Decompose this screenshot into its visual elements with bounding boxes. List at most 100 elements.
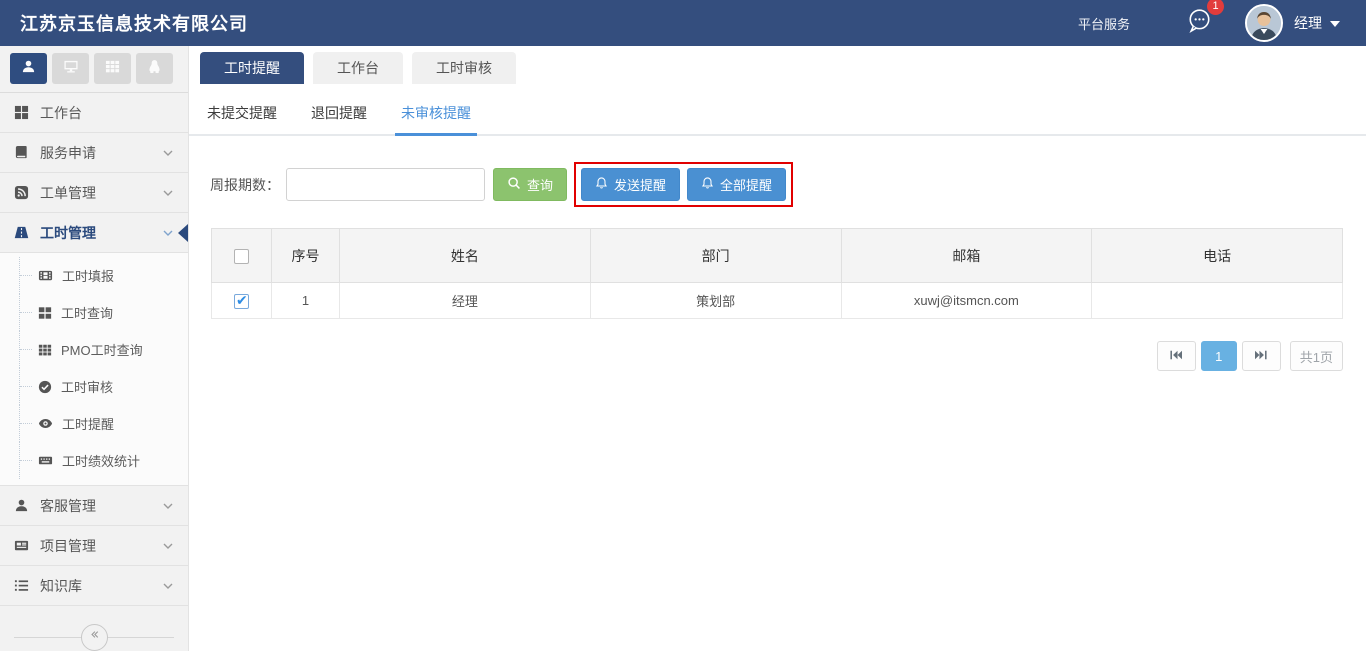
road-icon [14,225,29,240]
subtab-unreviewed-reminder[interactable]: 未审核提醒 [395,93,477,134]
sidebar-item-service-request[interactable]: 服务申请 [0,133,188,173]
subtab-label: 未提交提醒 [207,105,277,121]
sidebar-item-knowledge-base[interactable]: 知识库 [0,566,188,606]
search-icon [507,176,521,193]
header-dept: 部门 [590,229,841,283]
send-reminder-button[interactable]: 发送提醒 [581,168,680,201]
tab-workbench[interactable]: 工作台 [313,52,403,84]
chevron-down-icon [162,500,174,512]
sidebar-collapse-row [0,612,188,651]
sidebar-item-label: 工作台 [40,103,82,123]
cell-seq: 1 [272,283,340,319]
tab-label: 工时提醒 [224,58,280,78]
divider [14,637,82,638]
reminder-table: 序号 姓名 部门 邮箱 电话 1 经理 策划部 [211,228,1343,319]
linux-icon [147,59,162,79]
sidebar-item-label: 工单管理 [40,183,96,203]
first-page-button[interactable] [1157,341,1196,371]
table-header-row: 序号 姓名 部门 邮箱 电话 [212,229,1343,283]
submenu-item-worktime-performance[interactable]: 工时绩效统计 [19,442,188,479]
all-reminder-label: 全部提醒 [720,175,772,194]
keyboard-icon [38,453,53,468]
monitor-icon [63,59,79,79]
bell-icon [701,176,714,193]
sidebar-item-customer-service[interactable]: 客服管理 [0,486,188,526]
check-circle-icon [38,380,52,394]
tab-label: 工时审核 [436,58,492,78]
sidebar-item-label: 服务申请 [40,143,96,163]
cell-name: 经理 [340,283,591,319]
sidebar-collapse-button[interactable] [81,624,108,651]
submenu-item-worktime-reminder[interactable]: 工时提醒 [19,405,188,442]
topbar-right: 平台服务 1 经理 [1078,4,1366,42]
worktime-submenu: 工时填报 工时查询 PMO工时查询 工时审核 [0,253,188,486]
submenu-item-label: 工时审核 [61,377,113,396]
submenu-item-label: 工时绩效统计 [62,451,140,470]
sidebar-item-worktime-mgmt[interactable]: 工时管理 [0,213,188,253]
last-page-icon [1254,349,1268,364]
submenu-item-worktime-review[interactable]: 工时审核 [19,368,188,405]
cell-dept: 策划部 [590,283,841,319]
th-large-icon [38,306,52,320]
sidebar-item-label: 项目管理 [40,536,96,556]
chevron-down-icon [162,227,174,239]
sidebar: 工作台 服务申请 工单管理 工时管理 [0,46,189,651]
caret-down-icon [1330,14,1340,32]
subtab-label: 未审核提醒 [401,105,471,121]
header-seq: 序号 [272,229,340,283]
tab-worktime-reminder[interactable]: 工时提醒 [200,52,304,84]
grid-icon [105,59,120,79]
submenu-item-worktime-fill[interactable]: 工时填报 [19,257,188,294]
submenu-item-worktime-query[interactable]: 工时查询 [19,294,188,331]
all-reminder-button[interactable]: 全部提醒 [687,168,786,201]
search-button[interactable]: 查询 [493,168,567,201]
sidebar-item-label: 客服管理 [40,496,96,516]
quick-grid-button[interactable] [94,53,131,84]
topbar: 江苏京玉信息技术有限公司 平台服务 1 [0,0,1366,46]
film-icon [38,268,53,283]
last-page-button[interactable] [1242,341,1281,371]
quick-user-button[interactable] [10,53,47,84]
avatar[interactable] [1245,4,1283,42]
header-phone: 电话 [1092,229,1343,283]
cell-email: xuwj@itsmcn.com [841,283,1092,319]
user-icon [21,59,36,79]
weekly-period-input[interactable] [286,168,485,201]
username: 经理 [1294,13,1322,33]
comment-icon [1186,21,1213,38]
newspaper-icon [14,538,29,553]
submenu-item-pmo-worktime-query[interactable]: PMO工时查询 [19,331,188,368]
active-menu-notch [178,224,188,242]
book-icon [14,145,29,160]
chevron-down-icon [162,147,174,159]
chevron-down-icon [162,540,174,552]
windows-icon [14,105,29,120]
submenu-item-label: 工时填报 [62,266,114,285]
sidebar-item-workbench[interactable]: 工作台 [0,93,188,133]
quick-monitor-button[interactable] [52,53,89,84]
sidebar-item-project-mgmt[interactable]: 项目管理 [0,526,188,566]
tab-label: 工作台 [337,58,379,78]
weekly-period-label: 周报期数： [210,175,280,195]
subtab-returned-reminder[interactable]: 退回提醒 [305,93,373,134]
send-reminder-label: 发送提醒 [614,175,666,194]
main-content: 工时提醒 工作台 工时审核 未提交提醒 退回提醒 未审核提醒 周报期数： [189,46,1366,651]
select-all-checkbox[interactable] [234,249,249,264]
tab-worktime-review[interactable]: 工时审核 [412,52,516,84]
row-checkbox[interactable] [234,294,249,309]
table-row: 1 经理 策划部 xuwj@itsmcn.com [212,283,1343,319]
double-chevron-left-icon [88,628,101,646]
submenu-item-label: 工时查询 [61,303,113,322]
messages-button[interactable]: 1 [1186,7,1213,39]
page-number-button[interactable]: 1 [1201,341,1237,371]
divider [107,637,175,638]
user-icon [14,498,29,513]
sidebar-item-ticket-mgmt[interactable]: 工单管理 [0,173,188,213]
user-menu[interactable]: 经理 [1294,13,1340,33]
quick-linux-button[interactable] [136,53,173,84]
filter-row: 周报期数： 查询 发送提醒 全部提醒 [210,162,1366,207]
header-name: 姓名 [340,229,591,283]
platform-service-link[interactable]: 平台服务 [1078,14,1130,33]
row-checkbox-cell [212,283,272,319]
subtab-unsubmitted-reminder[interactable]: 未提交提醒 [201,93,283,134]
